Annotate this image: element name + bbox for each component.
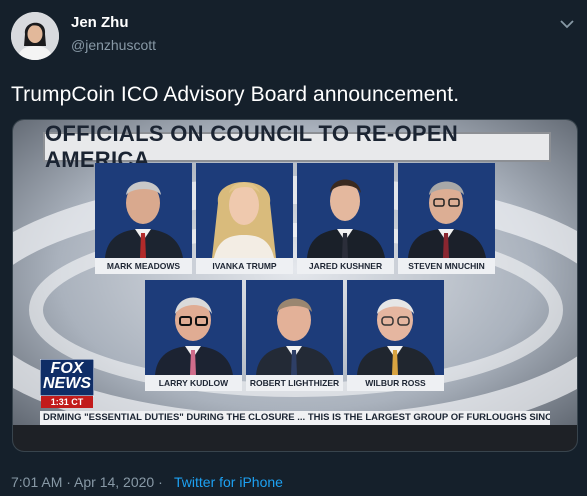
official-card: WILBUR ROSS [347, 280, 444, 391]
official-card: STEVEN MNUCHIN [398, 163, 495, 274]
tweet-timestamp[interactable]: 7:01 AM · Apr 14, 2020 · [11, 474, 163, 490]
official-photo [246, 280, 343, 375]
author-handle[interactable]: @jenzhuscott [71, 37, 156, 53]
official-card: IVANKA TRUMP [196, 163, 293, 274]
official-card: LARRY KUDLOW [145, 280, 242, 391]
official-name: ROBERT LIGHTHIZER [246, 375, 343, 391]
official-photo [95, 163, 192, 258]
official-name: IVANKA TRUMP [196, 258, 293, 274]
official-card: MARK MEADOWS [95, 163, 192, 274]
official-name: WILBUR ROSS [347, 375, 444, 391]
chevron-down-icon[interactable] [557, 14, 577, 34]
official-name: STEVEN MNUCHIN [398, 258, 495, 274]
logo-time: 1:31 CT [41, 396, 93, 408]
official-card: JARED KUSHNER [297, 163, 394, 274]
official-photo [297, 163, 394, 258]
official-card: ROBERT LIGHTHIZER [246, 280, 343, 391]
avatar[interactable] [11, 12, 59, 60]
official-name: LARRY KUDLOW [145, 375, 242, 391]
author-name[interactable]: Jen Zhu [71, 14, 129, 31]
official-photo [398, 163, 495, 258]
tweet-source-link[interactable]: Twitter for iPhone [174, 474, 283, 490]
official-name: MARK MEADOWS [95, 258, 192, 274]
official-name: JARED KUSHNER [297, 258, 394, 274]
news-ticker: DRMING "ESSENTIAL DUTIES" DURING THE CLO… [40, 411, 550, 425]
fox-news-logo: FOX NEWS 1:31 CT [40, 359, 94, 409]
tweet-media[interactable]: OFFICIALS ON COUNCIL TO RE-OPEN AMERICA … [12, 119, 578, 452]
logo-line2: NEWS [43, 375, 91, 392]
official-photo [347, 280, 444, 375]
official-photo [196, 163, 293, 258]
tweet-text: TrumpCoin ICO Advisory Board announcemen… [11, 83, 460, 106]
official-photo [145, 280, 242, 375]
headline-banner: OFFICIALS ON COUNCIL TO RE-OPEN AMERICA [43, 121, 551, 172]
